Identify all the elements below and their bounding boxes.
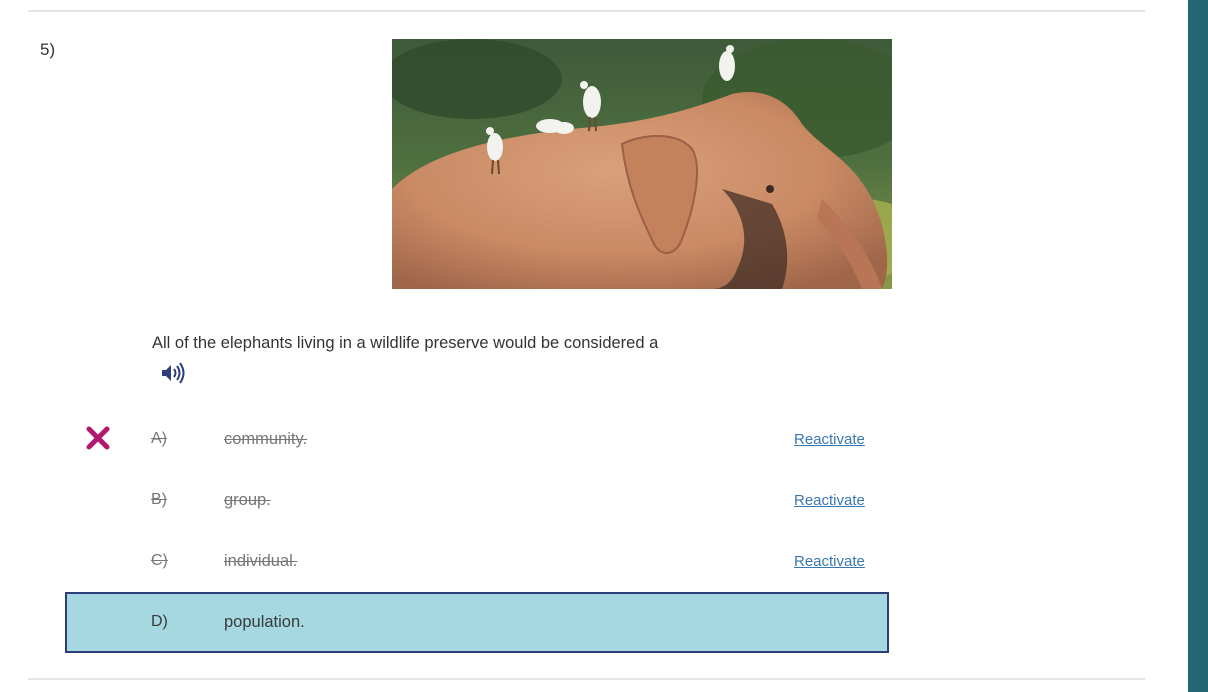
elephant-with-egrets-photo (392, 39, 892, 289)
option-letter: B) (151, 491, 167, 508)
reactivate-link-b[interactable]: Reactivate (794, 492, 865, 509)
option-text: group. (224, 491, 271, 509)
answer-option-b[interactable]: B) group. Reactivate (66, 472, 888, 530)
question-number: 5) (40, 40, 56, 59)
option-letter: A) (151, 430, 167, 447)
option-text: population. (224, 613, 305, 631)
right-sidebar-strip (1188, 0, 1208, 692)
option-letter: C) (151, 552, 168, 569)
answer-option-d[interactable]: D) population. (65, 592, 889, 653)
top-divider (28, 10, 1145, 12)
reactivate-link-a[interactable]: Reactivate (794, 431, 865, 448)
x-icon (86, 426, 110, 450)
answer-option-a[interactable]: A) community. Reactivate (66, 411, 888, 469)
option-text: individual. (224, 552, 298, 570)
speaker-icon[interactable] (160, 361, 188, 385)
question-stem: All of the elephants living in a wildlif… (152, 334, 659, 352)
option-text: community. (224, 430, 308, 448)
option-letter: D) (151, 613, 168, 630)
reactivate-link-c[interactable]: Reactivate (794, 553, 865, 570)
bottom-divider (28, 678, 1145, 680)
answer-option-c[interactable]: C) individual. Reactivate (66, 533, 888, 591)
